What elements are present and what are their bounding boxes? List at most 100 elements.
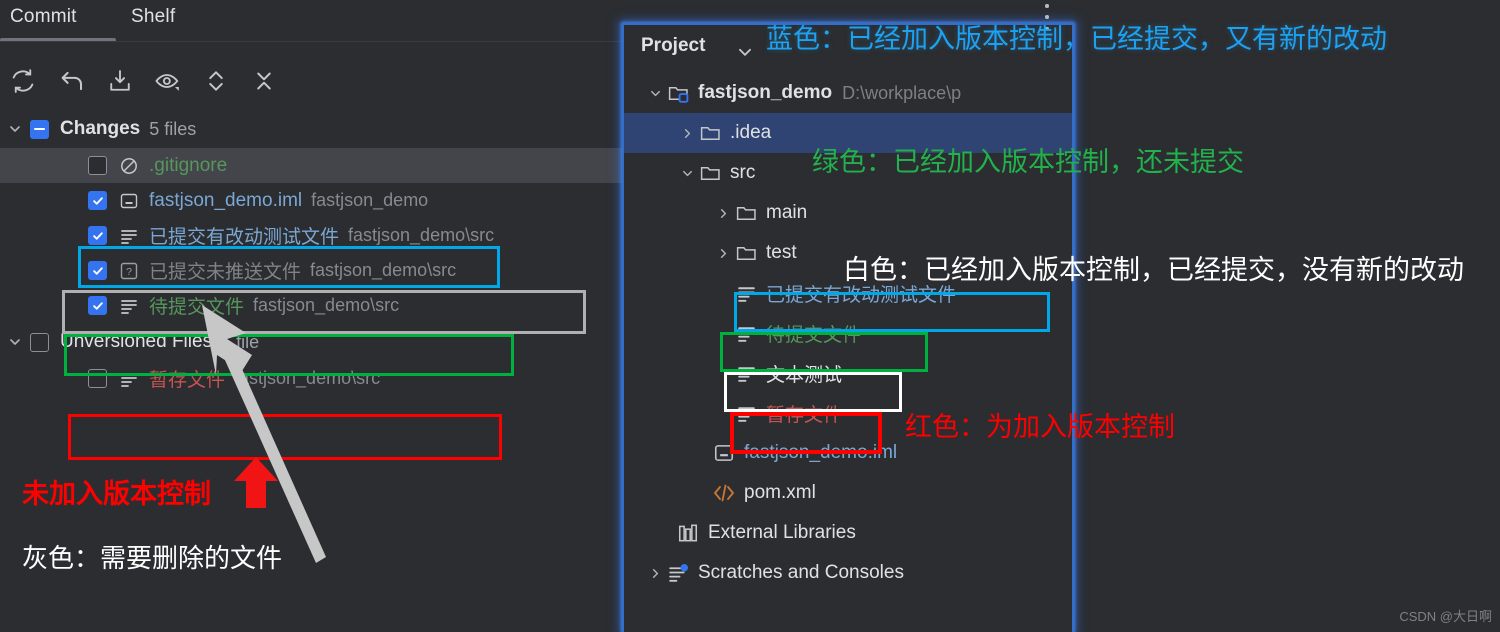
folder-icon (734, 201, 758, 225)
chevron-right-icon[interactable] (644, 566, 666, 581)
tree-node-text-test[interactable]: 文本测试 (624, 353, 1072, 393)
ignored-file-icon (118, 155, 140, 177)
file-name: 已提交未推送文件 (149, 262, 302, 283)
shelve-icon (106, 67, 134, 95)
red-note: 红色：为加入版本控制 (905, 412, 1175, 443)
chevron-down-icon[interactable] (736, 43, 754, 66)
text-file-icon (118, 295, 140, 317)
tab-shelf[interactable]: Shelf (131, 6, 175, 28)
file-checkbox[interactable] (88, 156, 107, 175)
unversioned-group-checkbox[interactable] (30, 332, 49, 352)
tree-node-label: External Libraries (708, 522, 856, 543)
project-tool-window: Project fastjson_demo D:\workplace\p .id… (622, 23, 1074, 632)
revert-icon (57, 66, 87, 96)
chevron-right-icon[interactable] (712, 206, 734, 221)
libraries-icon (676, 521, 700, 545)
file-checkbox[interactable] (88, 296, 107, 315)
file-path: fastjson_demo\src (310, 260, 457, 280)
commit-tabbar: Commit Shelf (0, 0, 622, 44)
table-row[interactable]: ? 已提交未推送文件 fastjson_demo\src (0, 253, 622, 288)
module-folder-icon (666, 81, 690, 105)
shelve-button[interactable] (97, 58, 143, 104)
changes-group-label: Changes (60, 118, 141, 139)
expand-toggle[interactable] (0, 334, 30, 350)
folder-icon (734, 241, 758, 265)
tree-node-pending-commit[interactable]: 待提交文件 (624, 313, 1072, 353)
tree-node-label: .idea (730, 122, 772, 143)
white-note: 白色：已经加入版本控制，已经提交，没有新的改动 (843, 255, 1464, 286)
expand-toggle[interactable] (0, 121, 30, 137)
tree-node-label: pom.xml (744, 482, 816, 503)
collapse-all-button[interactable] (241, 58, 287, 104)
green-note: 绿色：已经加入版本控制，还未提交 (812, 147, 1244, 178)
chevron-right-icon[interactable] (712, 246, 734, 261)
collapse-all-icon (251, 66, 277, 96)
text-file-icon (734, 321, 758, 345)
tree-node-label: main (766, 202, 808, 223)
file-path: fastjson_demo (311, 190, 429, 210)
file-checkbox[interactable] (88, 226, 107, 245)
tree-node-scratches[interactable]: Scratches and Consoles (624, 553, 1072, 593)
tree-node-label: fastjson_demo (698, 82, 833, 103)
iml-file-icon (712, 441, 736, 465)
changes-group-header[interactable]: Changes 5 files (0, 110, 622, 148)
tree-node-label: 暂存文件 (766, 404, 843, 426)
xml-file-icon (712, 481, 736, 505)
file-checkbox[interactable] (88, 261, 107, 280)
preview-diff-icon (153, 66, 183, 96)
changes-group-checkbox[interactable] (30, 119, 49, 139)
refresh-icon (8, 66, 38, 96)
project-title: Project (641, 35, 706, 56)
commit-toolbar (0, 58, 622, 104)
tree-node-label: test (766, 242, 797, 263)
unknown-file-icon: ? (118, 260, 140, 282)
chevron-down-icon[interactable] (644, 86, 666, 101)
file-name: fastjson_demo.iml (149, 189, 303, 211)
file-checkbox[interactable] (88, 191, 107, 210)
chevron-down-icon[interactable] (676, 166, 698, 181)
file-name: 已提交有改动测试文件 (149, 227, 340, 248)
diff-preview-button[interactable] (145, 58, 191, 104)
expand-collapse-icon (203, 66, 229, 96)
iml-file-icon (118, 190, 140, 212)
text-file-icon (734, 401, 758, 425)
table-row[interactable]: .gitignore (0, 148, 622, 183)
text-file-icon (118, 225, 140, 247)
blue-note: 蓝色：已经加入版本控制，已经提交，又有新的改动 (766, 24, 1387, 55)
tree-node-main[interactable]: main (624, 193, 1072, 233)
unversioned-note: 未加入版本控制 (22, 479, 211, 510)
text-file-icon (734, 281, 758, 305)
svg-text:?: ? (126, 266, 132, 278)
tree-node-external-libraries[interactable]: External Libraries (624, 513, 1072, 553)
expand-collapse-button[interactable] (193, 58, 239, 104)
tree-node-label: fastjson_demo.iml (744, 442, 898, 463)
text-file-icon (118, 368, 140, 390)
refresh-button[interactable] (0, 58, 46, 104)
folder-icon (698, 161, 722, 185)
screenshot-root: Commit Shelf Changes 5 files .gitignore … (0, 0, 1500, 632)
folder-icon (698, 121, 722, 145)
tree-node-path: D:\workplace\p (842, 82, 962, 103)
table-row[interactable]: 已提交有改动测试文件 fastjson_demo\src (0, 218, 622, 253)
file-checkbox[interactable] (88, 369, 107, 388)
chevron-right-icon[interactable] (676, 126, 698, 141)
commit-tool-window: Commit Shelf Changes 5 files .gitignore … (0, 0, 622, 632)
tree-node-label: 文本测试 (766, 364, 843, 386)
text-file-icon (734, 361, 758, 385)
tabbar-divider (0, 41, 622, 42)
tree-node-label: Scratches and Consoles (698, 562, 904, 583)
tree-node-pom-xml[interactable]: pom.xml (624, 473, 1072, 513)
table-row[interactable]: fastjson_demo.iml fastjson_demo (0, 183, 622, 218)
rollback-button[interactable] (49, 58, 95, 104)
gray-note: 灰色：需要删除的文件 (22, 544, 283, 574)
tab-commit[interactable]: Commit (10, 6, 77, 28)
tree-node-label: src (730, 162, 756, 183)
file-path: fastjson_demo\src (348, 225, 495, 245)
file-name: .gitignore (149, 154, 228, 176)
tree-node-label: 待提交文件 (766, 324, 862, 346)
watermark: CSDN @大日啊 (1399, 609, 1492, 624)
gray-arrow-annotation (202, 305, 326, 563)
changes-group-count: 5 files (149, 118, 197, 139)
scratches-icon (666, 561, 690, 585)
tree-node-fastjson-demo[interactable]: fastjson_demo D:\workplace\p (624, 73, 1072, 113)
